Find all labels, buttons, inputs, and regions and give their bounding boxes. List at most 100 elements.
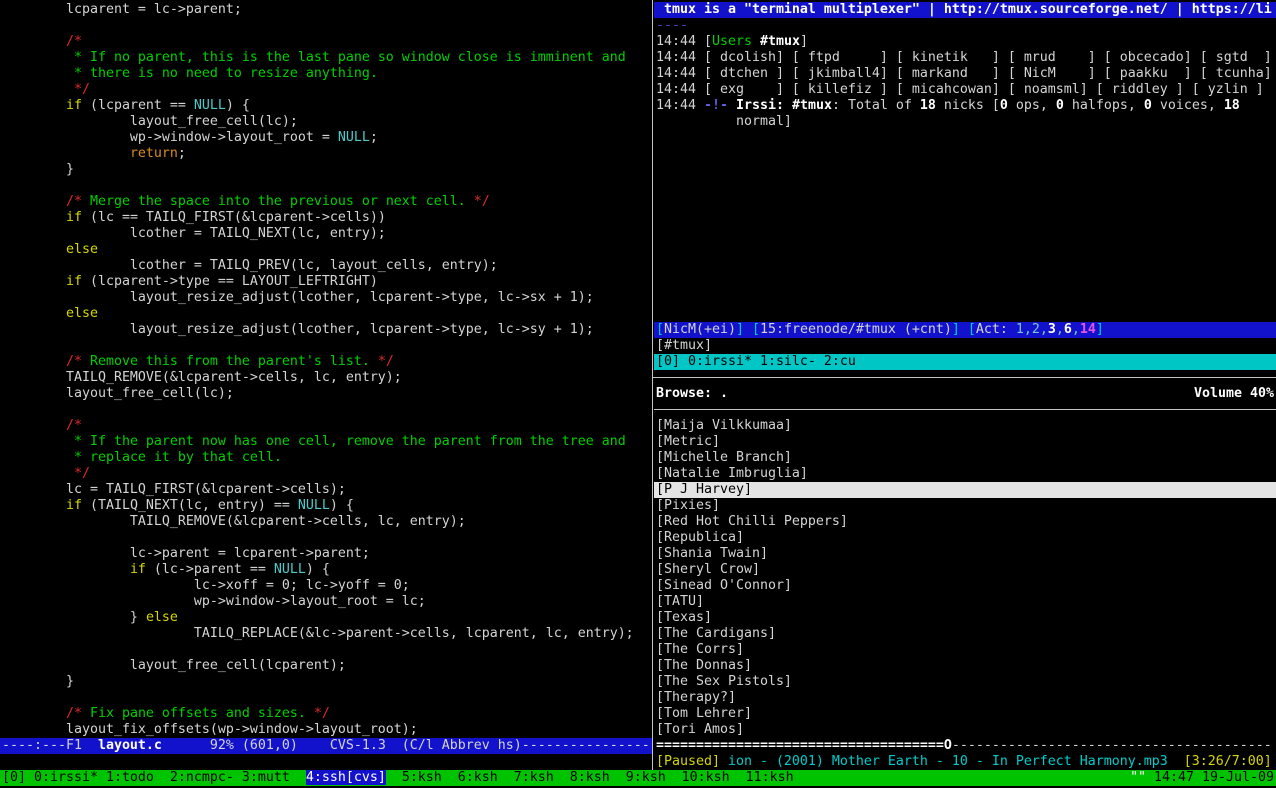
text-segment: * If the parent now has one cell, remove… <box>74 434 626 449</box>
irssi-message-area: ----14:44 [Users #tmux]14:44 [ dcolish] … <box>656 18 1276 130</box>
text-segment: */ <box>378 354 394 369</box>
text-segment: 18 <box>920 98 936 113</box>
text-segment: 14:44 [ dcolish] [ ftpd ] [ kinetik ] [ … <box>656 50 1272 65</box>
irssi-activity-statusbar: [NicM(+ei)] [15:freenode/#tmux (+cnt)] [… <box>654 322 1276 338</box>
text-segment <box>2 434 74 449</box>
ncmpc-progress-bar: ====================================O---… <box>656 738 1276 754</box>
text-segment: ) { <box>306 562 330 577</box>
pane-border-vertical <box>652 0 653 770</box>
text-segment: ; <box>370 130 378 145</box>
text-segment: * there is no need to resize anything. <box>74 66 378 81</box>
text-segment: : Total of <box>832 98 920 113</box>
ncmpc-header-separator <box>654 409 1276 410</box>
text-segment: /* <box>66 706 82 721</box>
code-line: return; <box>2 146 650 162</box>
text-segment <box>2 450 74 465</box>
code-line: else <box>2 242 650 258</box>
code-line <box>2 642 650 658</box>
text-segment <box>2 418 66 433</box>
list-item[interactable]: [Sinead O'Connor] <box>654 578 1276 594</box>
text-segment: ] <box>736 322 744 337</box>
text-segment: 18 <box>1224 98 1240 113</box>
list-item[interactable]: [Natalie Imbruglia] <box>654 466 1276 482</box>
text-segment: Act: <box>976 322 1016 337</box>
irc-line: 14:44 -!- Irssi: #tmux: Total of 18 nick… <box>656 98 1276 114</box>
tmux-status-bar[interactable]: [0] 0:irssi* 1:todo 2:ncmpc- 3:mutt 4:ss… <box>0 770 1276 786</box>
text-segment: , <box>1072 322 1080 337</box>
code-line <box>2 530 650 546</box>
list-item[interactable]: [Therapy?] <box>654 690 1276 706</box>
text-segment: else <box>66 242 98 257</box>
text-segment: /* <box>66 418 82 433</box>
list-item[interactable]: [Maija Vilkkumaa] <box>654 418 1276 434</box>
text-segment: */ <box>314 706 330 721</box>
list-item[interactable]: [Tom Lehrer] <box>654 706 1276 722</box>
text-segment <box>2 146 130 161</box>
code-line: * there is no need to resize anything. <box>2 66 650 82</box>
modeline-prefix: ----:---F1 <box>2 738 98 753</box>
text-segment: 0 <box>1144 98 1152 113</box>
list-item[interactable]: [Tori Amos] <box>654 722 1276 738</box>
text-segment: ] <box>800 34 808 49</box>
text-segment: */ <box>474 194 490 209</box>
tmux-window-list-post[interactable]: 5:ksh 6:ksh 7:ksh 8:ksh 9:ksh 10:ksh 11:… <box>386 770 794 785</box>
irc-line: 14:44 [ dcolish] [ ftpd ] [ kinetik ] [ … <box>656 50 1276 66</box>
list-item[interactable]: [The Donnas] <box>654 658 1276 674</box>
text-segment <box>2 194 66 209</box>
text-segment: lcparent = lc->parent; <box>2 2 242 17</box>
nested-tmux-status-bar[interactable]: [0] 0:irssi* 1:silc- 2:cu <box>654 354 1276 370</box>
text-segment: */ <box>74 466 90 481</box>
emacs-code-pane[interactable]: lcparent = lc->parent; /* * If no parent… <box>2 2 650 738</box>
text-segment: wp->window->layout_root = lc; <box>2 594 426 609</box>
list-item[interactable]: [Michelle Branch] <box>654 450 1276 466</box>
text-segment: layout_fix_offsets(wp->window->layout_ro… <box>2 722 418 737</box>
text-segment <box>2 306 66 321</box>
code-line: if (lc->parent == NULL) { <box>2 562 650 578</box>
tmux-terminal-screen: lcparent = lc->parent; /* * If no parent… <box>0 0 1276 788</box>
text-segment: #tmux <box>760 34 800 49</box>
text-segment <box>2 242 66 257</box>
list-item[interactable]: [The Cardigans] <box>654 626 1276 642</box>
code-line: } else <box>2 610 650 626</box>
list-item[interactable]: [The Sex Pistols] <box>654 674 1276 690</box>
list-item[interactable]: [Shania Twain] <box>654 546 1276 562</box>
list-item[interactable]: [The Corrs] <box>654 642 1276 658</box>
text-segment: 0 <box>1000 98 1008 113</box>
tmux-window-list-pre[interactable]: [0] 0:irssi* 1:todo 2:ncmpc- 3:mutt <box>2 770 306 785</box>
list-item[interactable]: [Metric] <box>654 434 1276 450</box>
list-item[interactable]: [Republica] <box>654 530 1276 546</box>
text-segment: ] <box>952 322 960 337</box>
code-line: } <box>2 674 650 690</box>
code-line: if (lcparent == NULL) { <box>2 98 650 114</box>
text-segment: } <box>2 674 74 689</box>
list-item[interactable]: [Sheryl Crow] <box>654 562 1276 578</box>
list-item[interactable]: [TATU] <box>654 594 1276 610</box>
text-segment <box>728 98 736 113</box>
list-item[interactable]: [Red Hot Chilli Peppers] <box>654 514 1276 530</box>
irssi-topic-bar: tmux is a "terminal multiplexer" | http:… <box>654 2 1276 18</box>
code-line <box>2 18 650 34</box>
text-segment: lcother = TAILQ_PREV(lc, layout_cells, e… <box>2 258 498 273</box>
text-segment: layout_resize_adjust(lcother, lcparent->… <box>2 290 594 305</box>
tmux-current-window[interactable]: 4:ssh[cvs] <box>306 770 386 785</box>
irssi-input-line[interactable]: [#tmux] <box>656 338 1276 354</box>
text-segment: (lcparent == <box>82 98 194 113</box>
modeline-filename: layout.c <box>98 738 162 753</box>
code-line: * If no parent, this is the last pane so… <box>2 50 650 66</box>
code-line: layout_resize_adjust(lcother, lcparent->… <box>2 290 650 306</box>
text-segment: , <box>1056 322 1064 337</box>
modeline-fill: ---------------- <box>522 738 650 753</box>
list-item[interactable]: [Texas] <box>654 610 1276 626</box>
text-segment: ) { <box>330 498 354 513</box>
list-item[interactable]: [Pixies] <box>654 498 1276 514</box>
text-segment <box>2 498 66 513</box>
code-line <box>2 178 650 194</box>
code-line: lcother = TAILQ_NEXT(lc, entry); <box>2 226 650 242</box>
text-segment: nicks [ <box>936 98 1000 113</box>
text-segment <box>2 466 74 481</box>
text-segment: if <box>130 562 146 577</box>
list-item-selected[interactable]: [P J Harvey] <box>654 482 1276 498</box>
text-segment <box>2 66 74 81</box>
text-segment: 1,2, <box>1016 322 1048 337</box>
text-segment: [3:26/7:00] <box>1168 754 1272 769</box>
